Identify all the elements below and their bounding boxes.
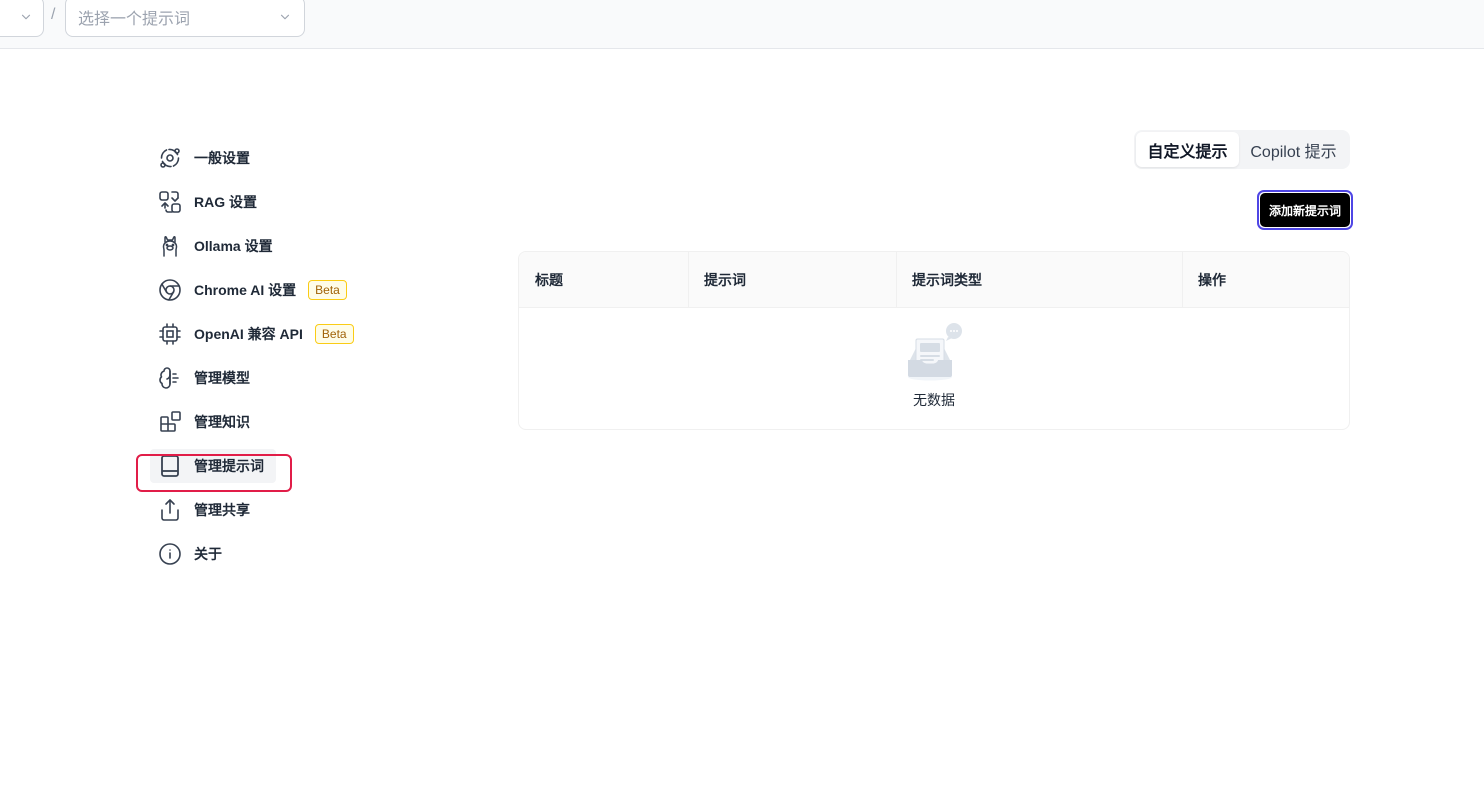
prompts-table: 标题 提示词 提示词类型 操作 无数据 (518, 251, 1350, 430)
beta-badge: Beta (308, 280, 347, 300)
sidebar-item-label: RAG 设置 (194, 194, 257, 210)
sidebar-item-label: 管理模型 (194, 370, 250, 386)
sidebar-item-rag[interactable]: RAG 设置 (150, 185, 276, 219)
add-new-prompt-button[interactable]: 添加新提示词 (1257, 190, 1353, 230)
add-new-prompt-label: 添加新提示词 (1260, 193, 1350, 227)
sidebar-item-label: 管理共享 (194, 502, 250, 518)
blocks-icon (158, 410, 182, 434)
table-header: 标题 提示词 提示词类型 操作 (519, 252, 1349, 308)
sidebar-item-label: 一般设置 (194, 150, 250, 166)
column-header-actions: 操作 (1182, 252, 1349, 308)
orbit-icon (158, 146, 182, 170)
chrome-icon (158, 278, 182, 302)
prompt-type-tabs: 自定义提示 Copilot 提示 (1134, 130, 1350, 169)
sidebar-item-manage-knowledge[interactable]: 管理知识 (150, 405, 276, 439)
sidebar-item-general[interactable]: 一般设置 (150, 141, 276, 175)
beta-badge: Beta (314, 324, 354, 344)
table-empty-state: 无数据 (519, 308, 1349, 429)
empty-text: 无数据 (913, 392, 955, 408)
book-icon (158, 454, 182, 478)
model-select[interactable] (0, 0, 44, 37)
sidebar-item-label: 管理知识 (194, 414, 250, 430)
prompt-select[interactable]: 选择一个提示词 (65, 0, 305, 37)
sidebar-item-about[interactable]: 关于 (150, 537, 276, 571)
chevron-down-icon (21, 14, 31, 19)
sidebar-item-openai-api[interactable]: OpenAI 兼容 API Beta (150, 317, 354, 351)
empty-inbox-icon (902, 322, 966, 384)
ollama-icon (158, 234, 182, 258)
breadcrumb-separator: / (51, 6, 56, 23)
sidebar-item-label: Chrome AI 设置 (194, 282, 297, 298)
sidebar-item-label: OpenAI 兼容 API (194, 326, 303, 342)
settings-sidebar: 一般设置 RAG 设置 Ollama 设置 Chrome AI 设置 Beta … (150, 141, 390, 581)
brain-icon (158, 366, 182, 390)
prompt-select-placeholder: 选择一个提示词 (78, 10, 191, 28)
sidebar-item-chrome-ai[interactable]: Chrome AI 设置 Beta (150, 273, 347, 307)
sidebar-item-label: 管理提示词 (194, 458, 264, 474)
sidebar-item-manage-prompts[interactable]: 管理提示词 (150, 449, 276, 483)
column-header-prompt: 提示词 (688, 252, 896, 308)
top-bar: / 选择一个提示词 (0, 0, 1484, 49)
column-header-prompt-type: 提示词类型 (896, 252, 1182, 308)
sidebar-item-label: 关于 (194, 546, 222, 562)
column-header-title: 标题 (535, 272, 563, 288)
chevron-down-icon (280, 14, 290, 19)
tab-copilot-prompts[interactable]: Copilot 提示 (1239, 132, 1348, 167)
info-icon (158, 542, 182, 566)
combine-icon (158, 190, 182, 214)
sidebar-item-manage-models[interactable]: 管理模型 (150, 361, 276, 395)
share-icon (158, 498, 182, 522)
cpu-icon (158, 322, 182, 346)
sidebar-item-ollama[interactable]: Ollama 设置 (150, 229, 276, 263)
tab-custom-prompts[interactable]: 自定义提示 (1136, 132, 1239, 167)
sidebar-item-manage-share[interactable]: 管理共享 (150, 493, 276, 527)
sidebar-item-label: Ollama 设置 (194, 238, 273, 254)
